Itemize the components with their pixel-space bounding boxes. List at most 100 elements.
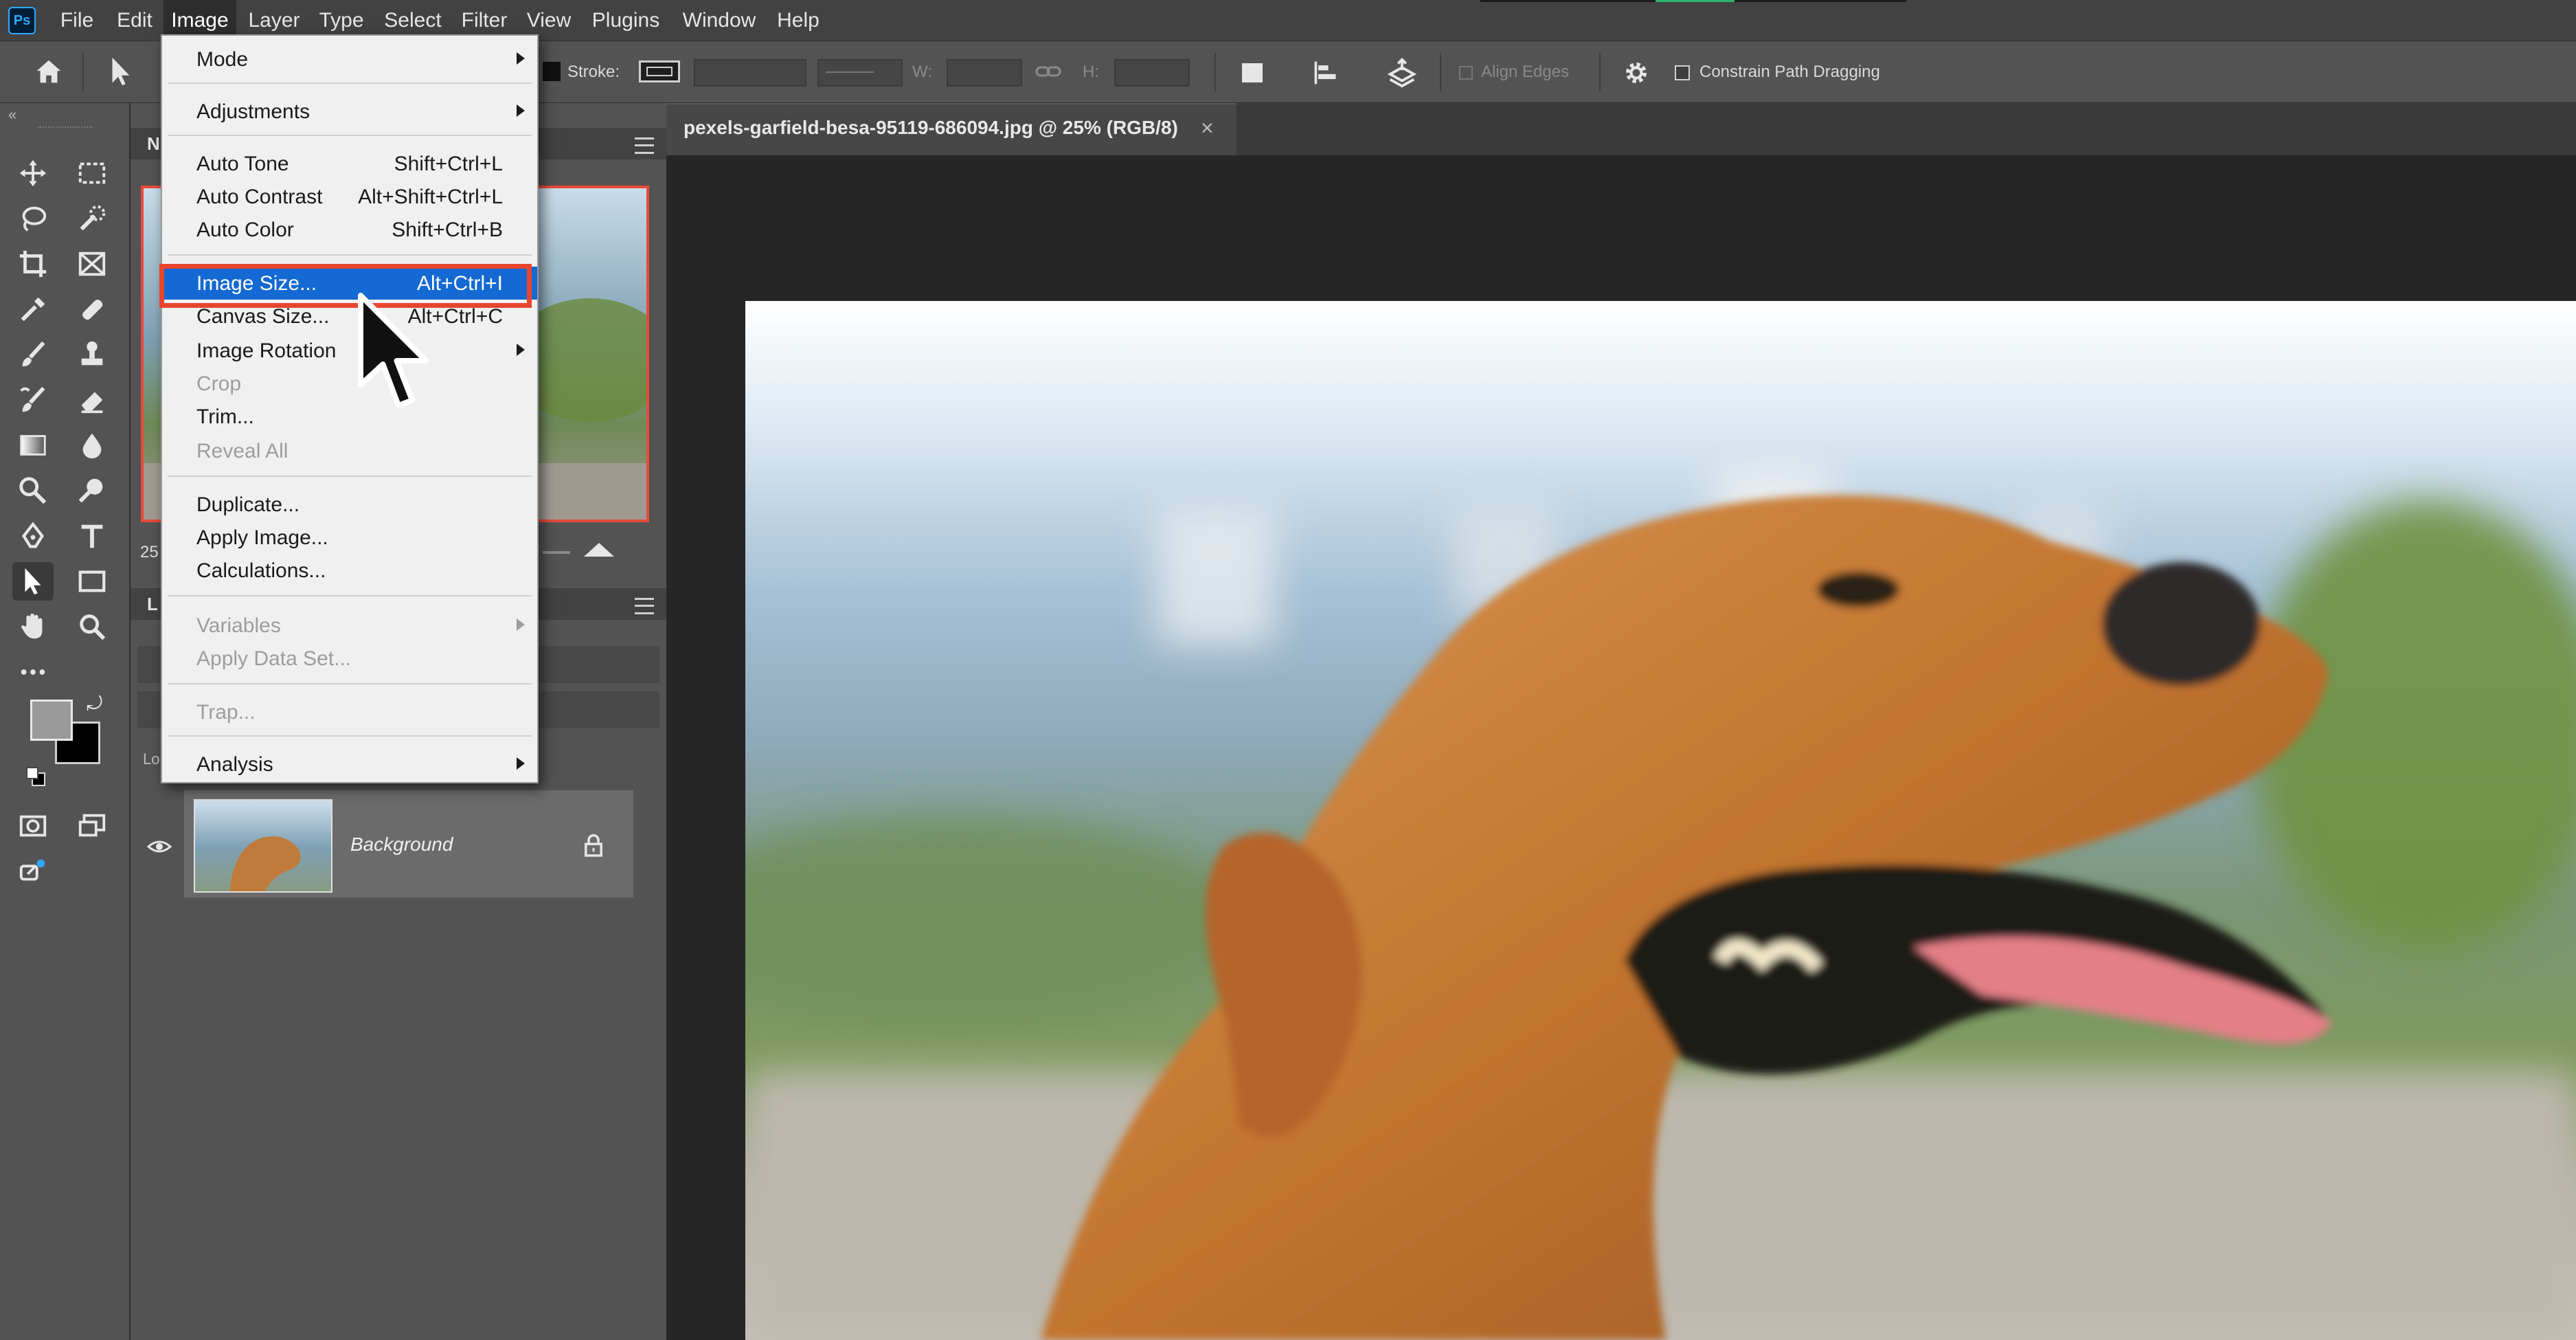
collapse-toolbar-icon[interactable]: « [8, 106, 16, 124]
menu-item-apply-data-set[interactable]: Apply Data Set... [162, 642, 537, 675]
path-alignment-icon[interactable] [1311, 59, 1341, 87]
path-arrangement-icon[interactable] [1385, 58, 1419, 88]
submenu-arrow-icon [517, 104, 525, 117]
quick-mask-icon[interactable] [12, 807, 54, 845]
gear-icon[interactable] [1623, 59, 1650, 87]
submenu-arrow-icon [517, 344, 525, 356]
brush-tool-icon[interactable] [12, 335, 54, 374]
align-edges-checkbox[interactable] [1459, 66, 1473, 80]
toolbar-grip [38, 126, 93, 129]
title-strip-accent [1656, 0, 1735, 2]
menu-item-auto-tone[interactable]: Auto Tone Shift+Ctrl+L [162, 147, 537, 180]
clone-stamp-icon[interactable] [71, 335, 113, 374]
pen-tool-icon[interactable] [12, 517, 54, 555]
menu-item-analysis[interactable]: Analysis [162, 748, 537, 781]
menu-item-adjustments[interactable]: Adjustments [162, 95, 537, 128]
menu-item-auto-contrast[interactable]: Auto Contrast Alt+Shift+Ctrl+L [162, 180, 537, 213]
eraser-tool-icon[interactable] [71, 381, 113, 419]
more-tools-icon[interactable] [12, 653, 54, 691]
menu-item-image-rotation[interactable]: Image Rotation [162, 334, 537, 367]
layers-panel-menu-icon[interactable] [635, 598, 654, 614]
submenu-arrow-icon [517, 618, 525, 631]
stroke-type-dropdown[interactable] [817, 59, 903, 87]
menu-item-auto-color[interactable]: Auto Color Shift+Ctrl+B [162, 213, 537, 246]
options-separator [1440, 53, 1441, 91]
menu-window[interactable]: Window [675, 0, 764, 41]
menu-item-trim[interactable]: Trim... [162, 400, 537, 433]
eye-visibility-icon[interactable] [147, 838, 172, 855]
path-selection-tool-icon[interactable] [104, 55, 136, 89]
width-field[interactable] [947, 59, 1022, 87]
gradient-tool-icon[interactable] [12, 426, 54, 465]
fill-swatch[interactable] [543, 62, 561, 81]
menu-item-calculations[interactable]: Calculations... [162, 554, 537, 587]
spot-healing-brush-icon[interactable] [71, 290, 113, 328]
zoom-tool-icon[interactable] [71, 607, 113, 646]
stroke-swatch[interactable] [639, 60, 680, 82]
menu-separator [168, 735, 532, 737]
menu-separator [168, 595, 532, 596]
lock-label: Lo [143, 750, 160, 768]
layer-thumbnail [194, 799, 332, 893]
height-field[interactable] [1114, 59, 1190, 87]
quick-selection-icon[interactable] [71, 199, 113, 238]
path-operations-icon[interactable] [1242, 63, 1263, 82]
options-separator [82, 53, 84, 91]
menu-item-apply-image[interactable]: Apply Image... [162, 521, 537, 554]
home-icon[interactable] [33, 56, 65, 88]
zoom-slider-track[interactable] [543, 551, 570, 554]
screen-mode-icon[interactable] [71, 807, 113, 845]
height-label: H: [1083, 63, 1099, 81]
sponge-tool-icon[interactable] [71, 471, 113, 510]
swap-colors-icon[interactable]: ⤾ [87, 693, 102, 715]
dodge-tool-icon[interactable] [12, 471, 54, 510]
constrain-path-dragging-label: Constrain Path Dragging [1699, 63, 1880, 81]
type-tool-icon[interactable] [71, 517, 113, 555]
navigator-zoom-value[interactable]: 25 [140, 543, 159, 562]
document-tab-title[interactable]: pexels-garfield-besa-95119-686094.jpg @ … [683, 117, 1178, 139]
menu-edit[interactable]: Edit [107, 0, 162, 41]
photoshop-logo-icon: Ps [8, 7, 36, 34]
frame-tool-icon[interactable] [71, 245, 113, 283]
link-icon[interactable] [1035, 62, 1062, 81]
path-selection-tool-icon[interactable] [12, 562, 54, 601]
mouse-cursor-icon [358, 293, 429, 408]
default-colors-icon[interactable] [26, 767, 45, 786]
menu-item-duplicate[interactable]: Duplicate... [162, 488, 537, 521]
navigator-tab[interactable]: N [147, 133, 160, 155]
hand-tool-icon[interactable] [12, 607, 54, 646]
menu-item-crop[interactable]: Crop [162, 367, 537, 400]
share-icon[interactable] [12, 852, 54, 891]
highlight-outline [159, 264, 532, 308]
menu-help[interactable]: Help [769, 0, 827, 41]
menu-plugins[interactable]: Plugins [583, 0, 669, 41]
crop-tool-icon[interactable] [12, 245, 54, 283]
document-canvas-image[interactable] [745, 301, 2576, 1340]
stroke-width-field[interactable] [694, 59, 806, 87]
options-separator [1599, 53, 1601, 91]
constrain-path-dragging-checkbox[interactable] [1675, 65, 1690, 80]
layer-name[interactable]: Background [350, 834, 453, 856]
move-tool-icon[interactable] [12, 154, 54, 192]
menu-item-trap[interactable]: Trap... [162, 695, 537, 728]
history-brush-icon[interactable] [12, 381, 54, 419]
menu-item-reveal-all[interactable]: Reveal All [162, 434, 537, 467]
menu-separator [168, 476, 532, 477]
menu-file[interactable]: File [49, 0, 104, 41]
submenu-arrow-icon [517, 757, 525, 770]
zoom-in-icon[interactable] [584, 543, 614, 557]
rectangular-marquee-icon[interactable] [71, 154, 113, 192]
lock-icon [585, 834, 602, 857]
eyedropper-icon[interactable] [12, 290, 54, 328]
layers-tab[interactable]: L [147, 594, 158, 615]
close-tab-icon[interactable]: × [1201, 115, 1214, 141]
menu-item-mode[interactable]: Mode [162, 43, 537, 76]
menu-item-variables[interactable]: Variables [162, 609, 537, 642]
rectangle-tool-icon[interactable] [71, 562, 113, 601]
foreground-color-swatch[interactable] [30, 700, 73, 741]
width-label: W: [912, 63, 932, 81]
lasso-tool-icon[interactable] [12, 199, 54, 238]
blur-tool-icon[interactable] [71, 426, 113, 465]
tools-panel: « « [0, 103, 146, 1340]
navigator-panel-menu-icon[interactable] [635, 137, 654, 154]
